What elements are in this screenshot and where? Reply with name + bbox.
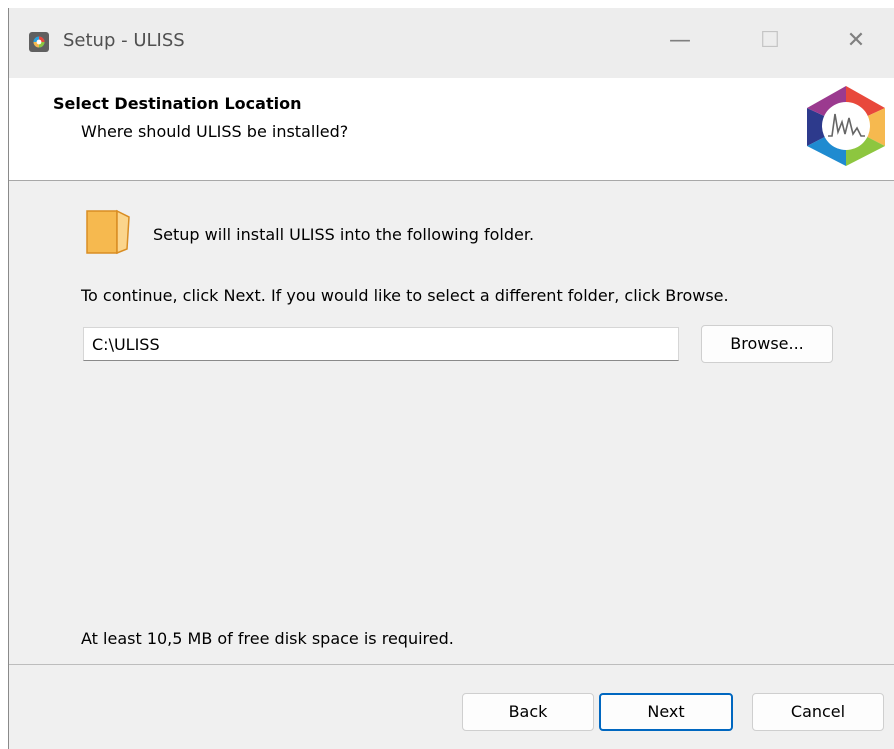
- close-button[interactable]: ✕: [811, 8, 894, 74]
- wizard-header: Select Destination Location Where should…: [9, 78, 894, 181]
- page-subtitle: Where should ULISS be installed?: [81, 122, 349, 141]
- back-button[interactable]: Back: [462, 693, 594, 731]
- window-title: Setup - ULISS: [63, 30, 185, 51]
- title-bar[interactable]: Setup - ULISS — ☐ ✕: [9, 8, 894, 78]
- folder-icon: [86, 209, 130, 255]
- setup-window: Setup - ULISS — ☐ ✕ Select Destination L…: [8, 8, 894, 749]
- page-title: Select Destination Location: [53, 94, 302, 113]
- app-icon: [29, 32, 49, 52]
- destination-path-input[interactable]: [83, 327, 679, 361]
- instructions-text: To continue, click Next. If you would li…: [81, 286, 729, 305]
- maximize-button[interactable]: ☐: [725, 8, 815, 74]
- browse-button[interactable]: Browse...: [701, 325, 833, 363]
- wizard-footer: Back Next Cancel: [9, 664, 894, 749]
- next-button[interactable]: Next: [599, 693, 733, 731]
- disk-space-text: At least 10,5 MB of free disk space is r…: [81, 629, 454, 648]
- cancel-button[interactable]: Cancel: [752, 693, 884, 731]
- uliss-logo-icon: [807, 86, 885, 166]
- wizard-content: Setup will install ULISS into the follow…: [9, 181, 894, 665]
- intro-text: Setup will install ULISS into the follow…: [153, 225, 535, 244]
- minimize-button[interactable]: —: [635, 8, 725, 74]
